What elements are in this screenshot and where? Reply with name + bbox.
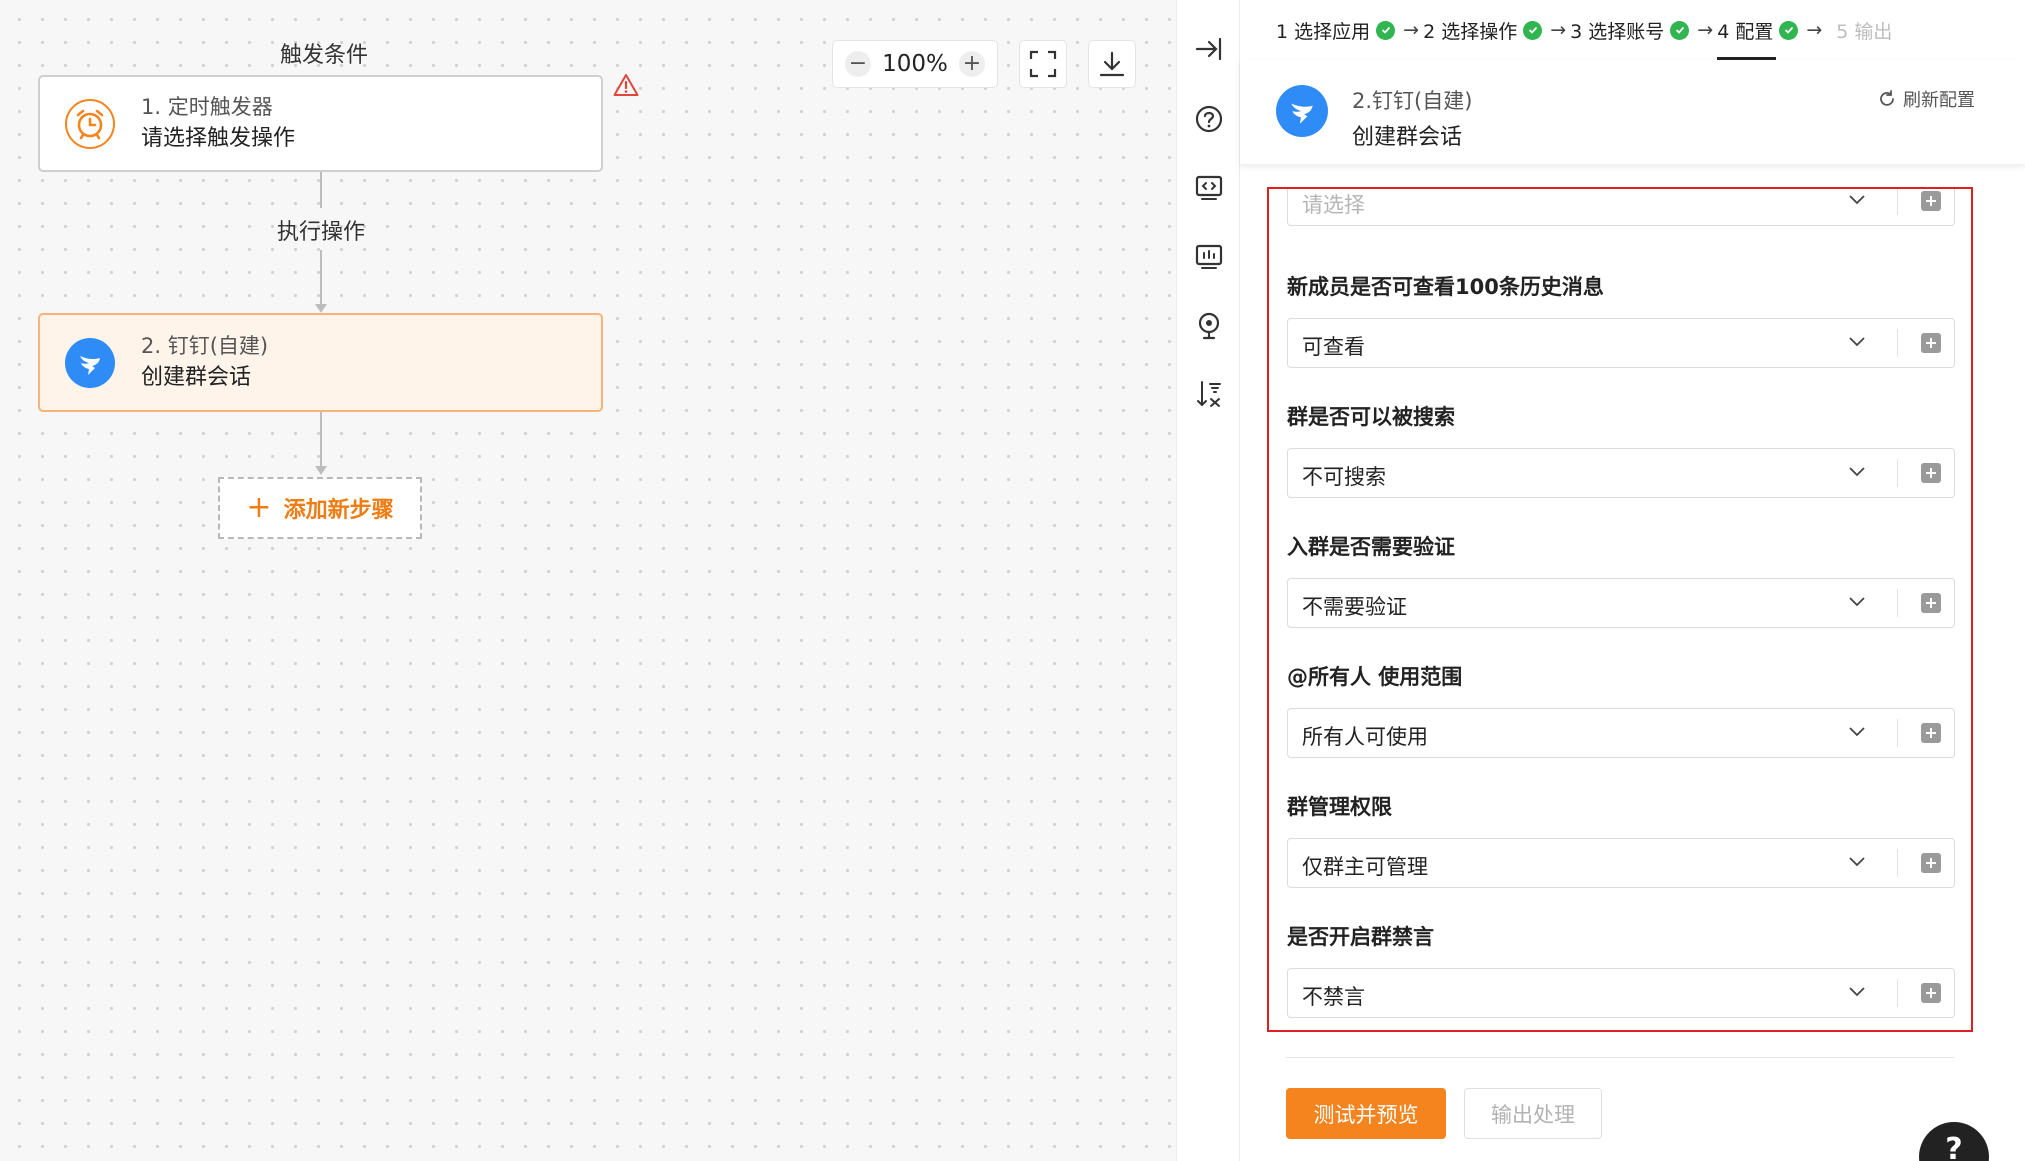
select-searchable[interactable]: 不可搜索: [1287, 448, 1955, 498]
plus-icon: +: [246, 490, 272, 525]
trigger-node[interactable]: 1. 定时触发器 请选择触发操作: [38, 75, 603, 172]
test-preview-button[interactable]: 测试并预览: [1286, 1088, 1446, 1139]
zoom-out-button[interactable]: −: [845, 51, 871, 77]
fullscreen-icon: [1029, 50, 1057, 78]
zoom-level: 100%: [882, 51, 948, 77]
add-step-button[interactable]: + 添加新步骤: [218, 477, 422, 539]
select-value: 不需要验证: [1302, 595, 1407, 619]
step-output[interactable]: 5 输出: [1836, 0, 1892, 60]
refresh-icon: [1880, 90, 1894, 106]
check-circle-icon: [1523, 20, 1543, 40]
add-variable-button[interactable]: [1921, 853, 1941, 873]
chevron-down-icon: [1849, 195, 1865, 205]
chevron-down-icon: [1849, 727, 1865, 737]
check-circle-icon: [1376, 20, 1396, 40]
chevron-down-icon: [1849, 337, 1865, 347]
arrow-right-icon: →: [1806, 19, 1823, 41]
config-panel: 1 选择应用 → 2 选择操作 → 3 选择账号 → 4 配置 → 5 输出 2…: [1240, 0, 2025, 1161]
select-value: 不可搜索: [1302, 465, 1386, 489]
zoom-control: − 100% +: [832, 40, 998, 88]
app-name: 2.钉钉(自建): [1352, 89, 1473, 113]
code-icon[interactable]: [1193, 172, 1225, 204]
output-processing-button[interactable]: 输出处理: [1464, 1088, 1602, 1139]
action-node-subtitle: 创建群会话: [141, 364, 252, 390]
step-indicator: 1 选择应用 → 2 选择操作 → 3 选择账号 → 4 配置 → 5 输出: [1240, 0, 2025, 60]
download-icon: [1099, 51, 1125, 77]
select-group-mute[interactable]: 不禁言: [1287, 968, 1955, 1018]
collapse-right-icon[interactable]: [1193, 33, 1225, 65]
add-step-label: 添加新步骤: [283, 498, 394, 523]
alarm-clock-icon: [65, 98, 115, 149]
zoom-in-button[interactable]: +: [958, 51, 985, 77]
question-icon: ?: [1945, 1132, 1963, 1161]
step-configure[interactable]: 4 配置 →: [1717, 0, 1826, 60]
step-select-account[interactable]: 3 选择账号 →: [1570, 0, 1717, 60]
step-select-action[interactable]: 2 选择操作 →: [1423, 0, 1570, 60]
field-label-searchable: 群是否可以被搜索: [1287, 405, 1455, 429]
select-value: 所有人可使用: [1302, 725, 1428, 749]
add-variable-button[interactable]: [1921, 593, 1941, 613]
help-button[interactable]: ?: [1919, 1122, 1989, 1161]
chevron-down-icon: [1849, 987, 1865, 997]
add-variable-button[interactable]: [1921, 723, 1941, 743]
add-variable-button[interactable]: [1921, 333, 1941, 353]
help-circle-icon[interactable]: [1193, 103, 1225, 135]
trigger-section-label: 触发条件: [279, 43, 369, 68]
arrow-right-icon: →: [1697, 19, 1714, 41]
add-variable-button[interactable]: [1921, 191, 1941, 211]
monitor-icon[interactable]: [1193, 241, 1225, 273]
dingtalk-icon: [65, 337, 115, 388]
dingtalk-icon: [1276, 85, 1328, 137]
flow-canvas[interactable]: 触发条件 1. 定时触发器 请选择触发操作 执行操作 2. 钉钉(自建) 创建群…: [0, 0, 1176, 1161]
select-field[interactable]: 请选择: [1287, 189, 1955, 226]
connector-arrow: [315, 466, 327, 475]
field-label-mute: 是否开启群禁言: [1287, 925, 1434, 949]
divider: [1286, 1057, 1954, 1058]
icon-rail: [1176, 0, 1240, 1161]
field-label-admin: 群管理权限: [1287, 795, 1392, 819]
connector-line: [320, 250, 322, 304]
action-node[interactable]: 2. 钉钉(自建) 创建群会话: [38, 313, 603, 412]
select-mention-all-scope[interactable]: 所有人可使用: [1287, 708, 1955, 758]
chevron-down-icon: [1849, 467, 1865, 477]
select-history-visible[interactable]: 可查看: [1287, 318, 1955, 368]
field-label-mention-all: @所有人 使用范围: [1287, 665, 1463, 689]
add-variable-button[interactable]: [1921, 463, 1941, 483]
refresh-config-button[interactable]: 刷新配置: [1877, 86, 1975, 112]
select-value: 不禁言: [1302, 985, 1365, 1009]
trigger-node-subtitle: 请选择触发操作: [141, 125, 296, 151]
select-value: 仅群主可管理: [1302, 855, 1428, 879]
check-circle-icon: [1779, 20, 1799, 40]
select-value: 可查看: [1302, 335, 1365, 359]
select-admin-permission[interactable]: 仅群主可管理: [1287, 838, 1955, 888]
location-pin-icon[interactable]: [1193, 310, 1225, 342]
sort-icon[interactable]: [1193, 378, 1225, 410]
arrow-right-icon: →: [1550, 19, 1567, 41]
step-select-app[interactable]: 1 选择应用 →: [1276, 0, 1423, 60]
select-placeholder: 请选择: [1302, 193, 1365, 217]
action-section-label: 执行操作: [276, 220, 366, 245]
check-circle-icon: [1670, 20, 1690, 40]
fullscreen-button[interactable]: [1019, 40, 1067, 88]
action-name: 创建群会话: [1352, 125, 1463, 150]
config-form: 请选择 新成员是否可查看100条历史消息 可查看 群是否可以被搜索 不可搜索 入…: [1267, 187, 1973, 1032]
download-button[interactable]: [1088, 40, 1136, 88]
connector-line: [320, 172, 322, 208]
connector-arrow: [315, 304, 327, 313]
chevron-down-icon: [1849, 857, 1865, 867]
field-label-validation: 入群是否需要验证: [1287, 535, 1455, 559]
panel-header: 2.钉钉(自建) 创建群会话 刷新配置: [1240, 60, 2025, 164]
select-join-validation[interactable]: 不需要验证: [1287, 578, 1955, 628]
chevron-down-icon: [1849, 597, 1865, 607]
arrow-right-icon: →: [1403, 19, 1420, 41]
action-node-title: 2. 钉钉(自建): [141, 333, 269, 358]
field-label-history: 新成员是否可查看100条历史消息: [1287, 275, 1604, 299]
connector-line: [320, 412, 322, 468]
warning-icon[interactable]: [613, 73, 639, 101]
add-variable-button[interactable]: [1921, 983, 1941, 1003]
trigger-node-title: 1. 定时触发器: [141, 94, 273, 119]
